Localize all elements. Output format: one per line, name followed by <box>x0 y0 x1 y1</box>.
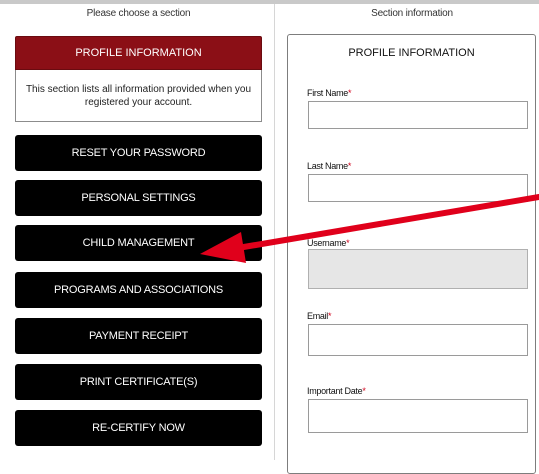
left-column-header: Please choose a section <box>86 8 191 19</box>
last-name-input[interactable] <box>308 174 528 202</box>
panel-title: PROFILE INFORMATION <box>348 47 475 59</box>
top-rule <box>0 0 539 4</box>
profile-information-label: PROFILE INFORMATION <box>75 47 202 59</box>
column-divider <box>274 4 275 460</box>
right-column-header: Section information <box>371 8 453 19</box>
section-information-panel: PROFILE INFORMATION First Name* Last Nam… <box>287 34 536 474</box>
payment-receipt-button[interactable]: PAYMENT RECEIPT <box>15 318 262 354</box>
username-label: Username* <box>307 238 350 248</box>
email-input[interactable] <box>308 324 528 356</box>
email-label: Email* <box>307 311 332 321</box>
profile-information-description: This section lists all information provi… <box>15 70 262 122</box>
last-name-label: Last Name* <box>307 161 352 171</box>
username-input[interactable] <box>308 249 528 289</box>
recertify-now-button[interactable]: RE-CERTIFY NOW <box>15 410 262 446</box>
personal-settings-button[interactable]: PERSONAL SETTINGS <box>15 180 262 216</box>
first-name-input[interactable] <box>308 101 528 129</box>
reset-password-button[interactable]: RESET YOUR PASSWORD <box>15 135 262 171</box>
first-name-label: First Name* <box>307 88 352 98</box>
important-date-label: Important Date* <box>307 386 366 396</box>
important-date-input[interactable] <box>308 399 528 433</box>
programs-associations-button[interactable]: PROGRAMS AND ASSOCIATIONS <box>15 272 262 308</box>
profile-information-button[interactable]: PROFILE INFORMATION <box>15 36 262 70</box>
child-management-button[interactable]: CHILD MANAGEMENT <box>15 225 262 261</box>
print-certificates-button[interactable]: PRINT CERTIFICATE(S) <box>15 364 262 400</box>
